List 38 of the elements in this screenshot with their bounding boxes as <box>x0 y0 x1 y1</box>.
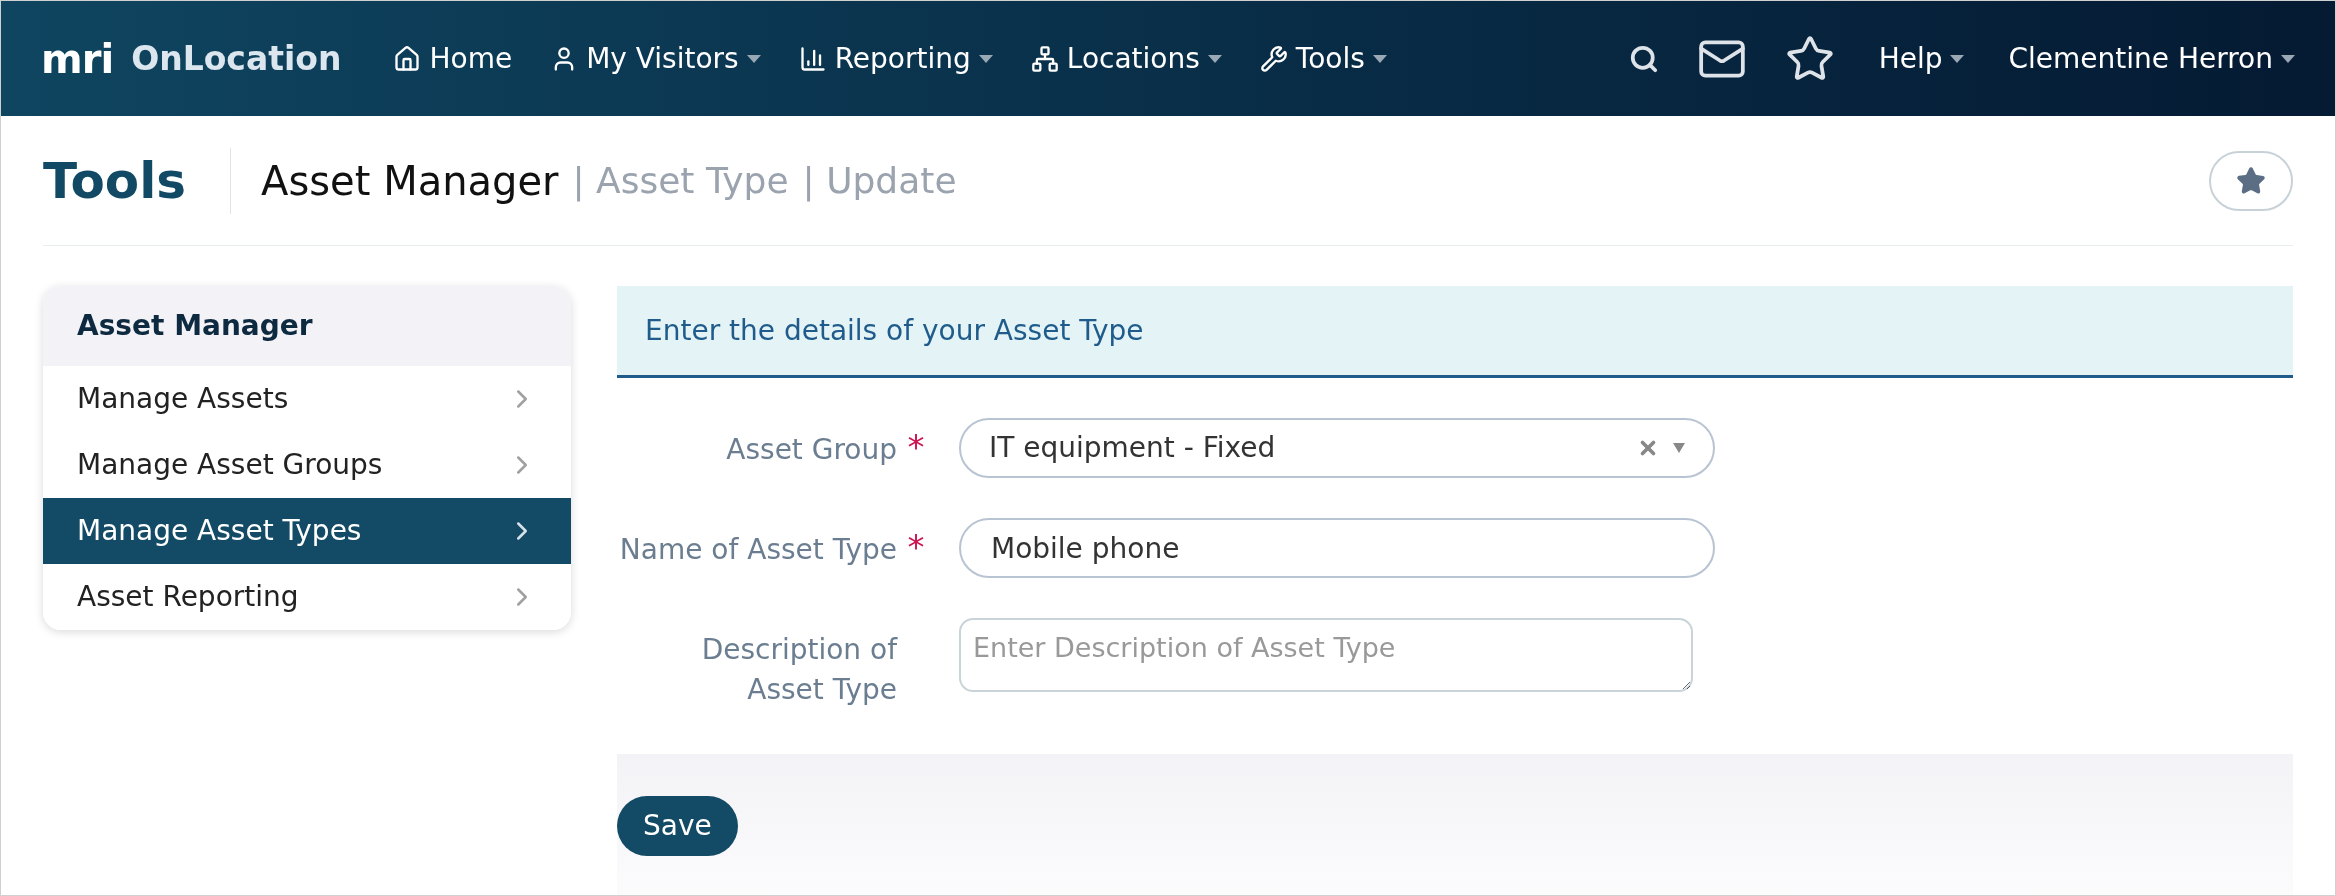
caret-icon <box>1950 54 1965 63</box>
section-title: Asset Manager <box>261 156 559 206</box>
search-icon[interactable] <box>1628 43 1659 74</box>
field-label: Name of Asset Type <box>618 532 897 568</box>
network-icon <box>1030 44 1059 73</box>
page-title: Tools <box>43 147 232 214</box>
home-icon <box>393 44 422 73</box>
asset-group-select[interactable]: IT equipment - Fixed <box>959 418 1715 478</box>
field-label: Description of Asset Type <box>700 632 897 708</box>
nav-menu-item[interactable]: Tools <box>1259 37 1387 80</box>
field-label: Asset Group <box>725 432 897 468</box>
required-mark: * <box>906 430 926 464</box>
star-icon <box>2236 165 2266 196</box>
app-name[interactable]: OnLocation <box>131 33 342 84</box>
sidebar-title: Asset Manager <box>77 308 313 344</box>
nav-menu-item[interactable]: My Visitors <box>550 37 761 80</box>
form-heading: Enter the details of your Asset Type <box>645 312 1144 349</box>
sidebar-item[interactable]: Manage Assets <box>43 366 571 432</box>
favourite-button[interactable] <box>2209 150 2293 211</box>
name-input[interactable]: Mobile phone <box>959 518 1715 578</box>
wrench-icon <box>1259 44 1288 73</box>
breadcrumb: | Update <box>802 158 957 204</box>
logo[interactable]: mri <box>41 28 114 89</box>
nav-menu-item[interactable]: Reporting <box>798 37 993 80</box>
nav-menu-item[interactable]: Locations <box>1030 37 1222 80</box>
sidebar-item[interactable]: Asset Reporting <box>43 564 571 630</box>
required-mark: * <box>906 530 926 564</box>
breadcrumb: | Asset Type <box>572 158 789 204</box>
nav-menu-item[interactable]: Home <box>393 37 513 80</box>
sidebar-item[interactable]: Manage Asset Types <box>43 498 571 564</box>
help-menu[interactable]: Help <box>1878 37 1965 80</box>
chart-icon <box>798 44 827 73</box>
sidebar-item[interactable]: Manage Asset Groups <box>43 432 571 498</box>
caret-icon <box>2281 54 2295 63</box>
description-textarea[interactable]: Enter Description of Asset Type <box>959 618 1693 692</box>
caret-icon <box>1673 443 1685 453</box>
user-menu[interactable]: Clementine Herron <box>2008 37 2295 80</box>
save-button[interactable]: Save <box>617 796 738 856</box>
